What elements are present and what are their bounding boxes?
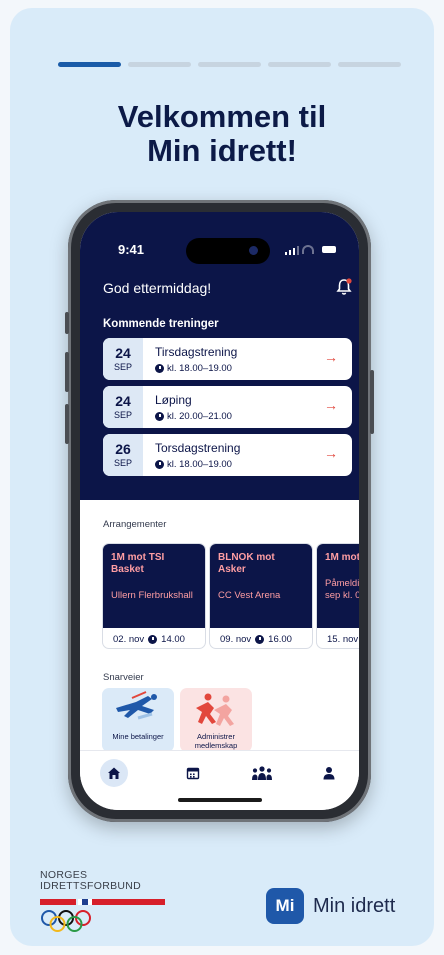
training-time: kl. 20.00–21.00 <box>155 411 232 422</box>
clock-icon <box>155 364 164 373</box>
event-title: 1M mot T Towers <box>325 552 359 563</box>
min-idrett-logo: Mi <box>266 888 304 924</box>
events-title: Arrangementer <box>103 519 167 530</box>
dynamic-island <box>186 238 270 264</box>
clock-icon <box>148 634 158 644</box>
user-icon <box>323 767 335 780</box>
event-footer: 02. nov 14.00 <box>103 628 205 648</box>
training-month: SEP <box>113 362 132 372</box>
training-card[interactable]: 24 SEP Tirsdagstrening kl. 18.00–19.00 → <box>103 338 352 380</box>
tab-groups[interactable] <box>248 759 276 787</box>
home-indicator <box>178 798 262 802</box>
training-card[interactable]: 24 SEP Løping kl. 20.00–21.00 → <box>103 386 352 428</box>
training-card[interactable]: 26 SEP Torsdagstrening kl. 18.00–19.00 → <box>103 434 352 476</box>
training-day: 26 <box>115 441 131 457</box>
event-header: BLNOK mot Asker CC Vest Arena <box>210 544 312 628</box>
mute-switch <box>65 312 69 334</box>
min-idrett-wordmark: Min idrett <box>313 895 396 917</box>
greeting-text: God ettermiddag! <box>103 280 212 296</box>
wifi-icon <box>302 245 314 254</box>
training-time: kl. 18.00–19.00 <box>155 459 232 470</box>
shortcut-my-payments[interactable]: Mine betalinger <box>102 688 174 752</box>
event-place: CC Vest Arena <box>218 590 281 601</box>
progress-step-3 <box>198 62 261 67</box>
training-date: 24 SEP <box>103 386 143 428</box>
training-name: Tirsdagstrening <box>155 345 238 359</box>
event-time: 14.00 <box>161 633 185 645</box>
event-date: 09. nov <box>220 633 252 645</box>
phone-mockup: 9:41 God ettermiddag! Kommende treninger… <box>65 200 374 822</box>
shortcut-label: Administrer medlemskap <box>194 732 238 750</box>
signal-icon <box>285 246 299 255</box>
status-bar: 9:41 <box>80 238 359 264</box>
home-icon <box>108 767 120 779</box>
battery-icon <box>322 246 336 253</box>
event-header: 1M mot TSI Basket Ullern Flerbrukshall <box>103 544 205 628</box>
clock-icon <box>255 634 265 644</box>
payments-illustration-icon <box>116 691 157 720</box>
welcome-headline: Velkommen til Min idrett! <box>10 100 434 168</box>
headline-line-1: Velkommen til <box>117 99 327 134</box>
progress-step-5 <box>338 62 401 67</box>
training-name: Torsdagstrening <box>155 441 241 455</box>
arrow-right-icon: → <box>324 397 338 413</box>
event-place: Ullern Flerbrukshall <box>111 590 193 601</box>
event-header: 1M mot T Towers Påmeldin innen lør sep k… <box>317 544 359 628</box>
event-card[interactable]: 1M mot TSI Basket Ullern Flerbrukshall 0… <box>102 543 206 649</box>
volume-down-button <box>65 404 69 444</box>
membership-illustration-icon <box>196 693 234 726</box>
shortcut-label: Mine betalinger <box>112 732 164 741</box>
shortcuts-title: Snarveier <box>103 672 144 683</box>
training-name: Løping <box>155 393 192 407</box>
event-time: 16.00 <box>268 633 292 645</box>
training-date: 26 SEP <box>103 434 143 476</box>
tab-home[interactable] <box>100 759 128 787</box>
event-title: BLNOK mot Asker <box>218 552 275 575</box>
olympic-rings-logo <box>41 910 91 932</box>
status-time: 9:41 <box>118 242 145 257</box>
volume-up-button <box>65 352 69 392</box>
arrow-right-icon: → <box>324 445 338 461</box>
shortcut-manage-membership[interactable]: Administrer medlemskap <box>180 688 252 752</box>
app-screen: 9:41 God ettermiddag! Kommende treninger… <box>80 212 359 810</box>
nif-line-2: IDRETTSFORBUND <box>40 880 142 892</box>
power-button <box>370 370 374 434</box>
arrow-right-icon: → <box>324 349 338 365</box>
training-month: SEP <box>113 410 132 420</box>
headline-line-2: Min idrett! <box>147 133 297 168</box>
norwegian-flag-stripe <box>40 899 165 905</box>
tab-profile[interactable] <box>315 759 343 787</box>
event-footer: 15. nov <box>317 628 359 648</box>
event-footer: 09. nov 16.00 <box>210 628 312 648</box>
calendar-icon <box>186 767 200 780</box>
upcoming-trainings-title: Kommende treninger <box>103 318 219 330</box>
training-time-text: kl. 20.00–21.00 <box>167 411 232 422</box>
progress-step-4 <box>268 62 331 67</box>
training-date: 24 SEP <box>103 338 143 380</box>
training-day: 24 <box>115 345 131 361</box>
training-day: 24 <box>115 393 131 409</box>
clock-icon <box>155 460 164 469</box>
training-time-text: kl. 18.00–19.00 <box>167 459 232 470</box>
tab-calendar[interactable] <box>179 759 207 787</box>
training-time-text: kl. 18.00–19.00 <box>167 363 232 374</box>
training-month: SEP <box>113 458 132 468</box>
event-title: 1M mot TSI Basket <box>111 552 165 575</box>
notification-bell-icon[interactable] <box>336 278 352 296</box>
event-card[interactable]: BLNOK mot Asker CC Vest Arena 09. nov 16… <box>209 543 313 649</box>
nif-wordmark: NORGES IDRETTSFORBUND <box>40 870 141 892</box>
progress-step-1 <box>58 62 121 67</box>
event-date: 02. nov <box>113 633 145 645</box>
clock-icon <box>155 412 164 421</box>
training-time: kl. 18.00–19.00 <box>155 363 232 374</box>
event-place: Påmeldin innen lør sep kl. 0 <box>325 578 359 601</box>
progress-step-2 <box>128 62 191 67</box>
group-icon <box>252 766 272 780</box>
event-card[interactable]: 1M mot T Towers Påmeldin innen lør sep k… <box>316 543 359 649</box>
onboarding-progress <box>58 62 401 67</box>
event-date: 15. nov <box>327 633 359 645</box>
